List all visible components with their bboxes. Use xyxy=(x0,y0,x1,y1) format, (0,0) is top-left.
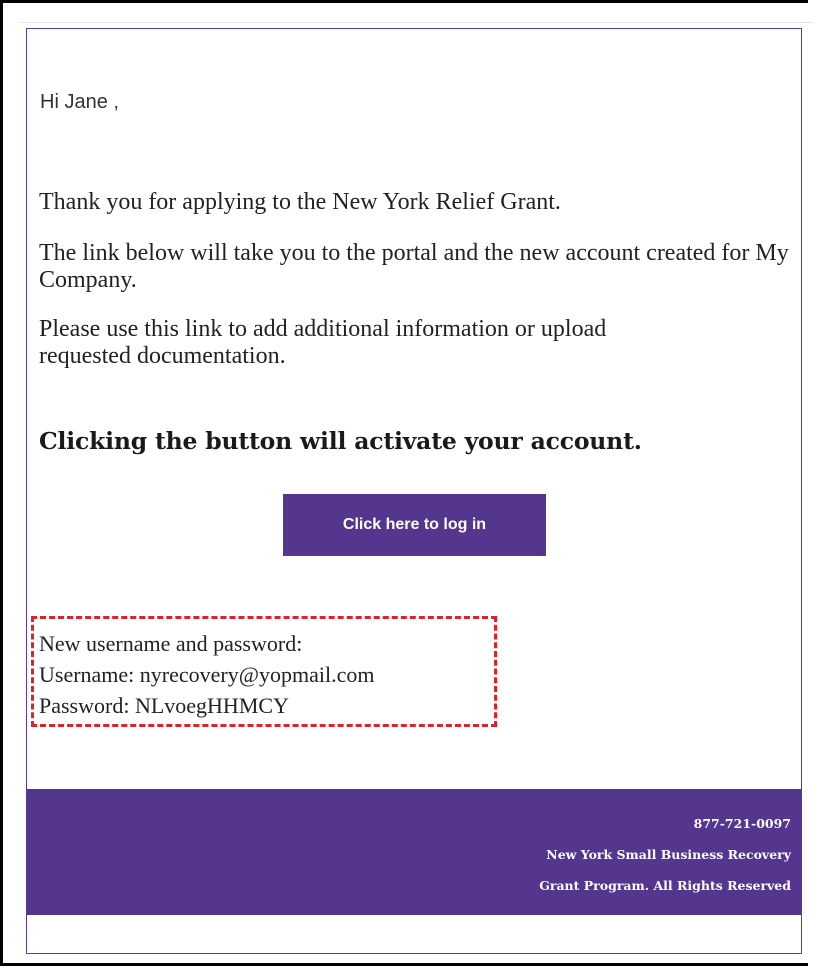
additional-info-paragraph: Please use this link to add additional i… xyxy=(39,316,607,369)
credentials-heading: New username and password: xyxy=(39,631,303,656)
password-line: Password: NLvoegHHMCY xyxy=(39,693,289,718)
thank-you-paragraph: Thank you for applying to the New York R… xyxy=(39,189,561,215)
footer-org-line-1: New York Small Business Recovery xyxy=(546,847,791,862)
login-button[interactable]: Click here to log in xyxy=(283,494,546,556)
activation-headline: Clicking the button will activate your a… xyxy=(39,427,642,455)
email-footer: 877-721-0097 New York Small Business Rec… xyxy=(27,789,801,915)
username-line: Username: nyrecovery@yopmail.com xyxy=(39,662,375,687)
email-body: Hi Jane , Thank you for applying to the … xyxy=(26,28,802,954)
footer-phone: 877-721-0097 xyxy=(693,816,791,831)
top-divider xyxy=(20,22,813,23)
greeting-text: Hi Jane , xyxy=(40,91,119,113)
footer-org-line-2: Grant Program. All Rights Reserved xyxy=(539,878,791,893)
portal-link-paragraph: The link below will take you to the port… xyxy=(39,240,789,293)
